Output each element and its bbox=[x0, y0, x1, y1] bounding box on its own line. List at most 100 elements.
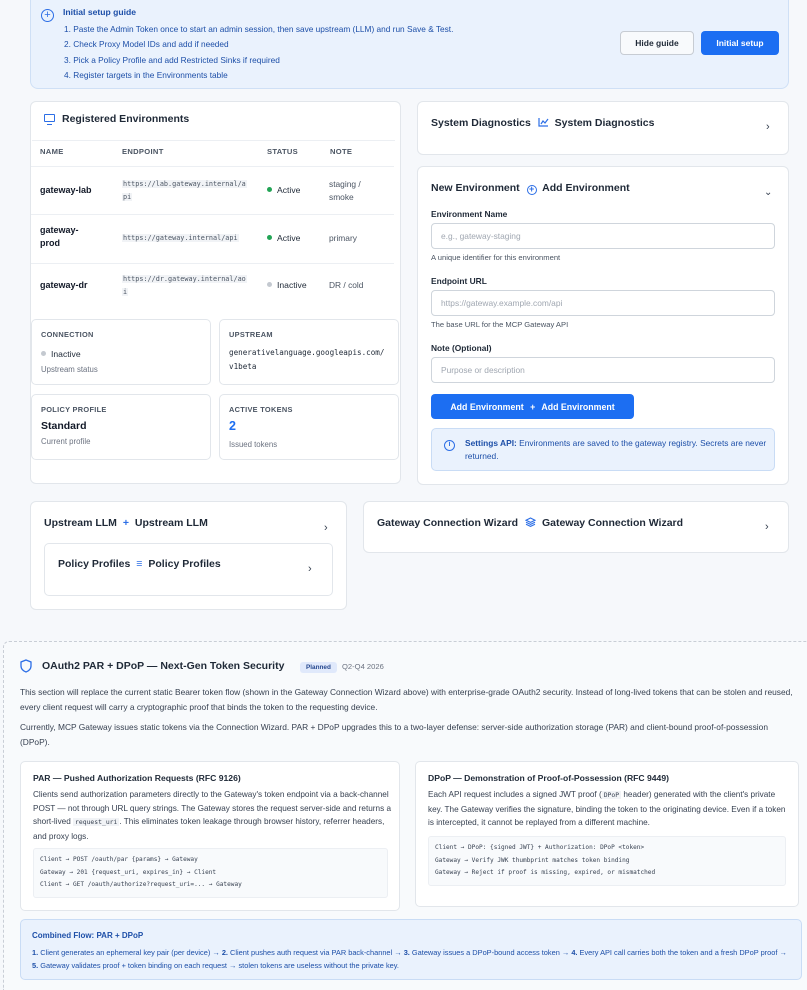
divider bbox=[31, 263, 394, 264]
upstream-card: UPSTREAM generativelanguage.googleapis.c… bbox=[219, 319, 399, 385]
status-dot-active bbox=[267, 187, 272, 192]
policy-profile-label: POLICY PROFILE bbox=[41, 405, 107, 414]
info-icon: i bbox=[444, 440, 455, 451]
env-status: Active bbox=[267, 233, 300, 243]
upstream-label: UPSTREAM bbox=[229, 330, 273, 339]
guide-step: 2. Check Proxy Model IDs and add if need… bbox=[64, 39, 229, 50]
plus-circle-icon: + bbox=[526, 185, 537, 195]
dpop-text: Each API request includes a signed JWT p… bbox=[428, 790, 786, 828]
guide-step: 1. Paste the Admin Token once to start a… bbox=[64, 24, 454, 34]
env-note: DR / cold bbox=[329, 280, 364, 290]
upstream-value: generativelanguage.googleapis.com/v1beta bbox=[229, 348, 385, 371]
policy-profiles-card[interactable]: Policy Profiles ≡ Policy Profiles › bbox=[44, 543, 333, 596]
env-status: Inactive bbox=[267, 280, 307, 290]
oauth-current: Currently, MCP Gateway issues static tok… bbox=[20, 722, 768, 747]
combined-flow-title: Combined Flow: PAR + DPoP bbox=[32, 931, 144, 940]
column-header-name: NAME bbox=[40, 147, 64, 156]
par-title: PAR — Pushed Authorization Requests (RFC… bbox=[33, 773, 241, 783]
dpop-card: DPoP — Demonstration of Proof-of-Possess… bbox=[415, 761, 799, 907]
status-dot-inactive bbox=[41, 351, 46, 356]
par-text: Clients send authorization parameters di… bbox=[33, 790, 391, 841]
combined-flow-box: Combined Flow: PAR + DPoP 1. Client gene… bbox=[20, 919, 802, 980]
env-note: primary bbox=[329, 233, 357, 243]
system-diagnostics-title: System Diagnostics System Diagnostics bbox=[431, 117, 655, 129]
environment-name-label: Environment Name bbox=[431, 209, 508, 219]
env-note: staging / smoke bbox=[329, 179, 361, 202]
policy-profile-value: Standard bbox=[41, 420, 87, 432]
policy-profile-sub: Current profile bbox=[41, 437, 91, 446]
shield-icon bbox=[20, 659, 32, 673]
initial-setup-button[interactable]: Initial setup bbox=[701, 31, 779, 55]
layers-icon bbox=[524, 517, 537, 528]
planned-badge: Planned bbox=[300, 662, 337, 673]
oauth-intro: This section will replace the current st… bbox=[20, 687, 793, 712]
policy-profile-card: POLICY PROFILE Standard Current profile bbox=[31, 394, 211, 460]
env-endpoint: https://lab.gateway.internal/a pi bbox=[122, 180, 247, 201]
env-status: Active bbox=[267, 185, 300, 195]
environment-name-input[interactable] bbox=[431, 223, 775, 249]
policy-profiles-title: Policy Profiles ≡ Policy Profiles bbox=[58, 558, 221, 570]
settings-api-info: i Settings API: Environments are saved t… bbox=[431, 428, 775, 471]
environments-title: Registered Environments bbox=[62, 113, 190, 125]
add-environment-button[interactable]: Add Environment + Add Environment bbox=[431, 394, 634, 419]
environment-name-help: A unique identifier for this environment bbox=[431, 253, 561, 262]
endpoint-url-input[interactable] bbox=[431, 290, 775, 316]
endpoint-url-help: The base URL for the MCP Gateway API bbox=[431, 320, 569, 329]
oauth-section: OAuth2 PAR + DPoP — Next-Gen Token Secur… bbox=[3, 641, 807, 990]
hide-guide-button[interactable]: Hide guide bbox=[620, 31, 694, 55]
settings-api-text: Settings API: Environments are saved to … bbox=[465, 438, 767, 461]
system-diagnostics-card[interactable]: System Diagnostics System Diagnostics › bbox=[417, 101, 789, 155]
guide-title: Initial setup guide bbox=[63, 7, 137, 17]
env-endpoint: https://dr.gateway.internal/ao i bbox=[122, 275, 247, 296]
note-label: Note (Optional) bbox=[431, 343, 492, 353]
new-environment-card: New Environment + Add Environment ⌄ Envi… bbox=[417, 166, 789, 485]
active-tokens-value: 2 bbox=[229, 419, 236, 433]
connection-label: CONNECTION bbox=[41, 330, 94, 339]
connection-sub: Upstream status bbox=[41, 365, 98, 374]
dpop-code-block: Client → DPoP: {signed JWT} + Authorizat… bbox=[428, 836, 786, 887]
upstream-llm-title: Upstream LLM + Upstream LLM bbox=[44, 517, 208, 529]
endpoint-url-label: Endpoint URL bbox=[431, 276, 487, 286]
active-tokens-label: ACTIVE TOKENS bbox=[229, 405, 293, 414]
column-header-status: STATUS bbox=[267, 147, 299, 156]
par-code-block: Client → POST /oauth/par {params} → Gate… bbox=[33, 848, 388, 899]
guide-step: 4. Register targets in the Environments … bbox=[64, 69, 228, 80]
env-name: gateway-dr bbox=[40, 280, 88, 290]
combined-flow-text: 1. Client generates an ephemeral key pai… bbox=[32, 948, 787, 970]
upstream-llm-card[interactable]: Upstream LLM + Upstream LLM › Policy Pro… bbox=[30, 501, 347, 610]
guide-steps: 1. Paste the Admin Token once to start a… bbox=[64, 22, 453, 83]
chevron-right-icon: › bbox=[324, 522, 328, 534]
plus-icon: + bbox=[530, 401, 536, 412]
active-tokens-sub: Issued tokens bbox=[229, 440, 278, 449]
status-dot-inactive bbox=[267, 282, 272, 287]
env-endpoint: https://gateway.internal/api bbox=[122, 234, 239, 242]
gateway-connection-wizard-card[interactable]: Gateway Connection Wizard Gateway Connec… bbox=[363, 501, 789, 553]
status-dot-active bbox=[267, 235, 272, 240]
oauth-title: OAuth2 PAR + DPoP — Next-Gen Token Secur… bbox=[42, 660, 285, 672]
env-name: gateway-prod bbox=[40, 225, 79, 248]
chevron-right-icon: › bbox=[766, 121, 770, 133]
chevron-right-icon: › bbox=[308, 563, 312, 575]
active-tokens-card: ACTIVE TOKENS 2 Issued tokens bbox=[219, 394, 399, 460]
environments-header: Registered Environments bbox=[44, 113, 189, 125]
par-card: PAR — Pushed Authorization Requests (RFC… bbox=[20, 761, 400, 911]
connection-value: Inactive bbox=[41, 349, 81, 359]
chevron-down-icon[interactable]: ⌄ bbox=[764, 187, 772, 198]
dpop-title: DPoP — Demonstration of Proof-of-Possess… bbox=[428, 773, 669, 783]
monitor-icon bbox=[44, 114, 55, 125]
list-icon: ≡ bbox=[136, 558, 143, 570]
chevron-right-icon: › bbox=[765, 521, 769, 533]
wizard-title: Gateway Connection Wizard Gateway Connec… bbox=[377, 517, 684, 529]
connection-card: CONNECTION Inactive Upstream status bbox=[31, 319, 211, 385]
plus-icon: + bbox=[122, 517, 129, 529]
divider bbox=[31, 214, 394, 215]
quarter-label: Q2-Q4 2026 bbox=[342, 662, 384, 671]
guide-step: 3. Pick a Policy Profile and add Restric… bbox=[64, 54, 280, 65]
chart-line-icon bbox=[538, 118, 549, 127]
note-input[interactable] bbox=[431, 357, 775, 383]
new-environment-title: New Environment + Add Environment bbox=[431, 182, 630, 195]
plus-circle-icon: + bbox=[41, 9, 54, 22]
setup-guide: + Initial setup guide 1. Paste the Admin… bbox=[30, 0, 789, 89]
column-header-note: NOTE bbox=[330, 147, 353, 156]
column-header-endpoint: ENDPOINT bbox=[122, 147, 164, 156]
